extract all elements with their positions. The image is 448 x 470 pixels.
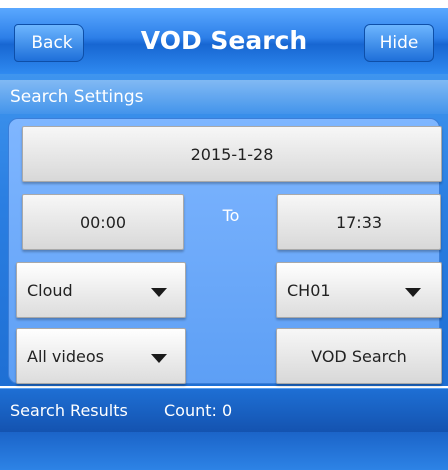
start-time-button[interactable]: 00:00 bbox=[22, 194, 184, 250]
search-results-label: Search Results bbox=[10, 401, 128, 420]
back-button[interactable]: Back bbox=[14, 24, 84, 62]
channel-dropdown[interactable]: CH01 bbox=[276, 262, 442, 318]
dropdown-arrow-icon bbox=[151, 354, 167, 363]
date-value: 2015-1-28 bbox=[190, 145, 274, 164]
video-type-selected-value: All videos bbox=[27, 347, 104, 366]
vod-search-button-label: VOD Search bbox=[311, 347, 407, 366]
end-time-button[interactable]: 17:33 bbox=[277, 194, 441, 250]
vod-search-button[interactable]: VOD Search bbox=[276, 328, 442, 384]
search-results-list bbox=[0, 432, 448, 470]
dropdown-arrow-icon bbox=[151, 288, 167, 297]
end-time-value: 17:33 bbox=[335, 213, 383, 232]
dropdown-arrow-icon bbox=[405, 288, 421, 297]
results-count: Count: 0 bbox=[164, 401, 233, 420]
start-time-value: 00:00 bbox=[79, 213, 127, 232]
date-picker-button[interactable]: 2015-1-28 bbox=[22, 126, 442, 182]
app-frame: VOD Search Back Hide Search Settings 201… bbox=[0, 0, 448, 470]
hide-button[interactable]: Hide bbox=[364, 24, 434, 62]
video-type-dropdown[interactable]: All videos bbox=[16, 328, 186, 384]
storage-selected-value: Cloud bbox=[27, 281, 73, 300]
channel-selected-value: CH01 bbox=[287, 281, 331, 300]
to-label: To bbox=[222, 206, 240, 225]
search-settings-label: Search Settings bbox=[0, 80, 448, 114]
search-results-header: Search Results Count: 0 bbox=[0, 388, 448, 432]
storage-dropdown[interactable]: Cloud bbox=[16, 262, 186, 318]
title-bar: VOD Search Back Hide bbox=[0, 8, 448, 74]
